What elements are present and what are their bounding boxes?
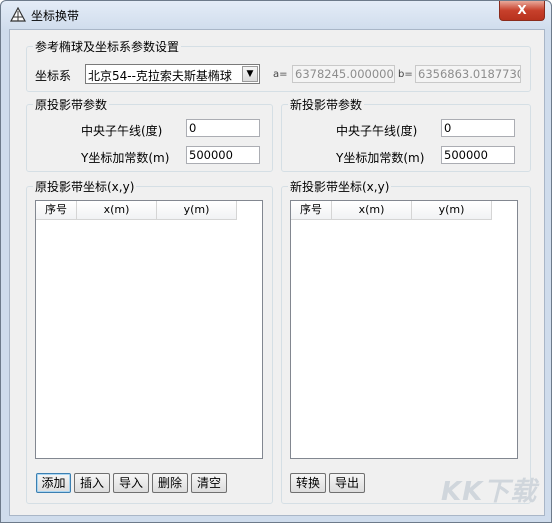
- delete-button[interactable]: 删除: [152, 473, 188, 493]
- dialog-window: 坐标换带 X 参考椭球及坐标系参数设置 坐标系 北京54--克拉索夫斯基椭球 ▼…: [0, 0, 552, 523]
- close-button[interactable]: X: [499, 1, 545, 21]
- export-button[interactable]: 导出: [329, 473, 365, 493]
- app-icon: [10, 7, 26, 22]
- new-coords-table[interactable]: 序号 x(m) y(m): [290, 200, 518, 459]
- a-label: a=: [273, 69, 288, 80]
- col-y[interactable]: y(m): [412, 201, 492, 219]
- new-meridian-input[interactable]: 0: [441, 119, 515, 137]
- coord-system-label: 坐标系: [35, 69, 72, 83]
- insert-button[interactable]: 插入: [74, 473, 110, 493]
- orig-meridian-label: 中央子午线(度): [81, 124, 163, 138]
- col-index[interactable]: 序号: [36, 201, 77, 219]
- col-index[interactable]: 序号: [291, 201, 332, 219]
- col-x[interactable]: x(m): [77, 201, 157, 219]
- coord-system-select[interactable]: 北京54--克拉索夫斯基椭球 ▼: [85, 64, 260, 84]
- window-title: 坐标换带: [31, 9, 80, 23]
- title-bar[interactable]: 坐标换带 X: [1, 1, 551, 29]
- orig-params-label: 原投影带参数: [33, 96, 110, 113]
- orig-y-const-input[interactable]: 500000: [186, 146, 260, 164]
- orig-coords-group: 原投影带坐标(x,y) 序号 x(m) y(m) 添加 插入 导入 删除 清空: [26, 178, 273, 504]
- a-field: 6378245.000000000: [292, 65, 395, 83]
- new-y-const-label: Y坐标加常数(m): [336, 151, 425, 165]
- add-button[interactable]: 添加: [36, 473, 71, 493]
- orig-coords-header: 序号 x(m) y(m): [36, 201, 237, 220]
- coord-system-value: 北京54--克拉索夫斯基椭球: [88, 69, 232, 83]
- orig-coords-label: 原投影带坐标(x,y): [33, 178, 137, 195]
- b-label: b=: [398, 69, 413, 80]
- ellipsoid-settings-group: 参考椭球及坐标系参数设置 坐标系 北京54--克拉索夫斯基椭球 ▼ a= 637…: [26, 38, 531, 92]
- orig-params-group: 原投影带参数 中央子午线(度) 0 Y坐标加常数(m) 500000: [26, 96, 273, 172]
- new-y-const-input[interactable]: 500000: [441, 146, 515, 164]
- watermark-logo: KK下载: [441, 477, 538, 507]
- new-coords-group: 新投影带坐标(x,y) 序号 x(m) y(m) 转换 导出: [281, 178, 531, 504]
- convert-button[interactable]: 转换: [290, 473, 326, 493]
- clear-button[interactable]: 清空: [191, 473, 227, 493]
- client-area: 参考椭球及坐标系参数设置 坐标系 北京54--克拉索夫斯基椭球 ▼ a= 637…: [9, 29, 545, 516]
- b-field: 6356863.018773047: [415, 65, 521, 83]
- orig-meridian-input[interactable]: 0: [186, 119, 260, 137]
- chevron-down-icon[interactable]: ▼: [242, 66, 258, 82]
- new-coords-header: 序号 x(m) y(m): [291, 201, 492, 220]
- new-params-group: 新投影带参数 中央子午线(度) 0 Y坐标加常数(m) 500000: [281, 96, 531, 172]
- new-meridian-label: 中央子午线(度): [336, 124, 418, 138]
- col-y[interactable]: y(m): [157, 201, 237, 219]
- new-coords-label: 新投影带坐标(x,y): [288, 178, 392, 195]
- orig-coords-table[interactable]: 序号 x(m) y(m): [35, 200, 263, 459]
- ellipsoid-group-label: 参考椭球及坐标系参数设置: [33, 38, 182, 55]
- new-params-label: 新投影带参数: [288, 96, 365, 113]
- orig-y-const-label: Y坐标加常数(m): [81, 151, 170, 165]
- col-x[interactable]: x(m): [332, 201, 412, 219]
- import-button[interactable]: 导入: [113, 473, 149, 493]
